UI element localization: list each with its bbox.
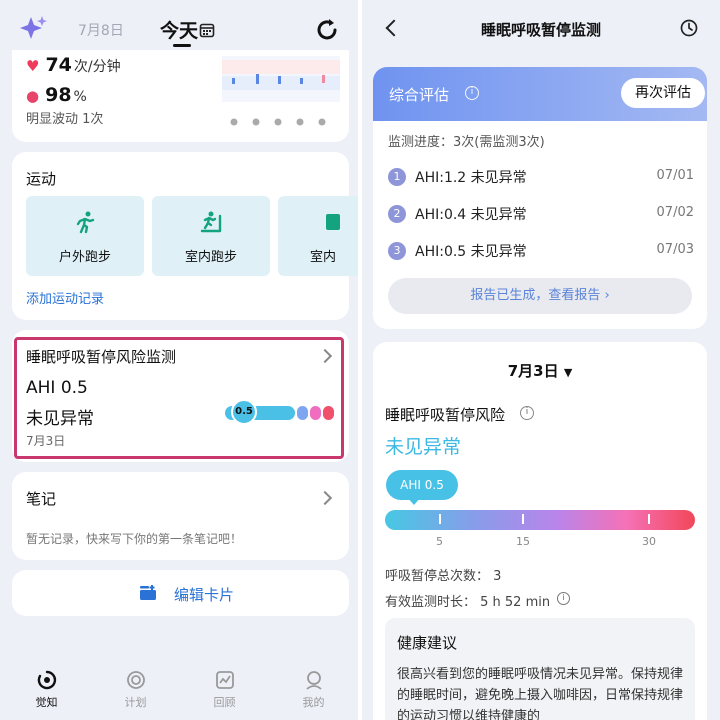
spo2-unit: % (73, 89, 87, 105)
top-bar: 7月8日 今天 (0, 0, 358, 56)
vitals-mini-chart (222, 56, 340, 126)
scale-dot-mild (297, 406, 308, 420)
scale-dot-moderate (310, 406, 321, 420)
ahi-bubble-pointer (407, 497, 421, 505)
daily-detail-card: 7月3日 ▼ 睡眠呼吸暂停风险 i 未见异常 AHI 0.5 5 15 30 呼… (373, 342, 707, 720)
awareness-icon (37, 670, 56, 690)
scale-dot-severe (323, 406, 334, 420)
blood-drop-icon: ● (26, 87, 40, 105)
tab-profile[interactable]: 我的 (269, 660, 358, 720)
apnea-count: 呼吸暂停总次数： 3 (385, 569, 502, 584)
sleep-status: 未见异常 (26, 409, 94, 429)
indoor-icon (326, 214, 340, 230)
tab-label: 回顾 (213, 696, 236, 709)
record-text: AHI:0.5 未见异常 (415, 244, 527, 260)
tab-label: 我的 (302, 696, 325, 709)
sport-outdoor-run[interactable]: 户外跑步 (26, 196, 144, 276)
exercise-title: 运动 (26, 170, 57, 188)
heart-icon: ♥ (26, 57, 40, 75)
scale-tick-label: 30 (642, 535, 656, 548)
info-icon[interactable]: i (465, 86, 479, 100)
edit-cards-label: 编辑卡片 (174, 586, 235, 604)
ahi-mini-bubble: 0.5 (231, 399, 257, 425)
info-icon[interactable]: i (557, 592, 570, 605)
scale-tick-label: 15 (516, 535, 530, 548)
ahi-bubble: AHI 0.5 (386, 470, 458, 500)
refresh-icon[interactable] (314, 17, 340, 43)
tab-review[interactable]: 回顾 (180, 660, 269, 720)
notes-empty-text: 暂无记录，快来写下你的第一条笔记吧！ (26, 532, 243, 546)
record-date: 07/02 (656, 205, 694, 220)
sport-label: 户外跑步 (58, 250, 111, 265)
health-today-screen: 7月8日 今天 ♥ 74 次/分钟 ● 98 % 明显波动 1次 运动 户外跑步… (0, 0, 358, 720)
monitoring-duration: 有效监测时长： 5 h 52 min (385, 595, 551, 610)
scale-tick (439, 514, 441, 524)
caret-down-icon: ▼ (563, 366, 573, 379)
notes-title: 笔记 (26, 490, 57, 508)
sport-label: 室内跑步 (184, 250, 237, 265)
detail-header: 睡眠呼吸暂停监测 (362, 0, 720, 56)
info-icon[interactable]: i (520, 406, 534, 420)
tab-plan[interactable]: 计划 (91, 660, 180, 720)
record-text: AHI:0.4 未见异常 (415, 207, 527, 223)
history-clock-icon[interactable] (680, 19, 698, 37)
heart-rate-row: ♥ 74 次/分钟 (26, 54, 121, 76)
risk-title: 睡眠呼吸暂停风险 (385, 406, 506, 424)
plan-icon (126, 671, 145, 689)
edit-cards-icon (140, 585, 156, 600)
review-icon (215, 671, 234, 689)
edit-cards-button[interactable]: 编辑卡片 (12, 570, 349, 616)
sleep-apnea-title: 睡眠呼吸暂停风险监测 (26, 348, 177, 366)
health-advice-box: 健康建议 很高兴看到您的睡眠呼吸情况未见异常。保持规律的睡眠时间，避免晚上摄入咖… (385, 618, 695, 720)
monitoring-progress: 监测进度：3次(需监测3次) (388, 135, 545, 150)
record-text: AHI:1.2 未见异常 (415, 170, 527, 186)
record-number: 2 (388, 205, 406, 223)
date-selector-label: 7月3日 (507, 362, 559, 380)
tab-label: 觉知 (35, 696, 58, 709)
date-tab[interactable]: 7月8日 (78, 20, 124, 40)
profile-icon (305, 671, 322, 690)
today-tab[interactable]: 今天 (160, 16, 198, 43)
calendar-icon[interactable] (199, 22, 215, 38)
tab-label: 计划 (124, 696, 147, 709)
sport-label: 室内 (310, 250, 337, 265)
treadmill-icon (200, 211, 222, 233)
spo2-value: 98 (45, 84, 72, 106)
record-row: 1 AHI:1.2 未见异常 07/01 (388, 166, 694, 190)
page-title: 睡眠呼吸暂停监测 (480, 21, 601, 39)
evaluation-title: 综合评估 (389, 86, 450, 104)
tab-awareness[interactable]: 觉知 (2, 660, 91, 720)
record-number: 3 (388, 242, 406, 260)
sleep-apnea-detail-screen: 睡眠呼吸暂停监测 综合评估 i 再次评估 监测进度：3次(需监测3次) 1 AH… (362, 0, 720, 720)
heart-rate-unit: 次/分钟 (73, 59, 121, 75)
advice-title: 健康建议 (397, 634, 458, 652)
fluctuation-text: 明显波动 1次 (26, 112, 104, 127)
record-row: 3 AHI:0.5 未见异常 07/03 (388, 240, 694, 264)
view-report-button[interactable]: 报告已生成，查看报告 › (388, 278, 692, 314)
scale-tick-label: 5 (436, 535, 443, 548)
sparkle-icon[interactable] (18, 14, 48, 44)
advice-text: 很高兴看到您的睡眠呼吸情况未见异常。保持规律的睡眠时间，避免晚上摄入咖啡因，日常… (397, 667, 684, 720)
evaluation-header: 综合评估 i 再次评估 (373, 67, 707, 121)
bottom-tab-bar: 觉知 计划 回顾 我的 (0, 660, 358, 720)
sport-indoor-other[interactable]: 室内 (278, 196, 358, 276)
record-number: 1 (388, 168, 406, 186)
heart-rate-value: 74 (45, 54, 72, 76)
risk-result: 未见异常 (385, 436, 462, 458)
re-evaluate-button[interactable]: 再次评估 (621, 78, 705, 108)
add-exercise-link[interactable]: 添加运动记录 (26, 288, 104, 307)
scale-tick (648, 514, 650, 524)
scale-tick (522, 514, 524, 524)
sleep-date: 7月3日 (26, 434, 66, 448)
sport-indoor-run[interactable]: 室内跑步 (152, 196, 270, 276)
record-date: 07/01 (656, 168, 694, 183)
running-icon (76, 211, 95, 234)
ahi-value: AHI 0.5 (26, 378, 88, 398)
record-row: 2 AHI:0.4 未见异常 07/02 (388, 203, 694, 227)
date-selector[interactable]: 7月3日 ▼ (373, 360, 707, 381)
tab-indicator (173, 44, 191, 47)
spo2-row: ● 98 % (26, 84, 87, 106)
record-date: 07/03 (656, 242, 694, 257)
